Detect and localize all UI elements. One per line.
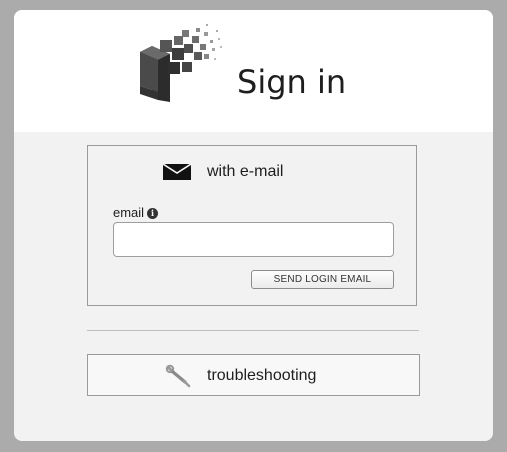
email-label-text: email (113, 205, 145, 220)
email-field[interactable] (113, 222, 394, 257)
email-login-panel: with e-mail email i SEND LOGIN EMAIL (87, 145, 417, 306)
page-title: Sign in (237, 63, 347, 101)
sign-in-card: Sign in with e-mail email i SEND LOGIN E… (14, 10, 493, 441)
email-panel-heading: with e-mail (207, 163, 284, 180)
troubleshooting-button[interactable]: troubleshooting (87, 354, 420, 396)
info-icon[interactable]: i (147, 207, 159, 219)
divider (87, 330, 419, 331)
logo-icon (140, 24, 222, 102)
wrench-icon (165, 364, 191, 388)
send-login-email-button[interactable]: SEND LOGIN EMAIL (251, 270, 394, 289)
envelope-icon (163, 164, 191, 180)
troubleshooting-label: troubleshooting (207, 367, 317, 384)
card-header: Sign in (14, 10, 493, 132)
email-field-label: email i (113, 205, 159, 221)
